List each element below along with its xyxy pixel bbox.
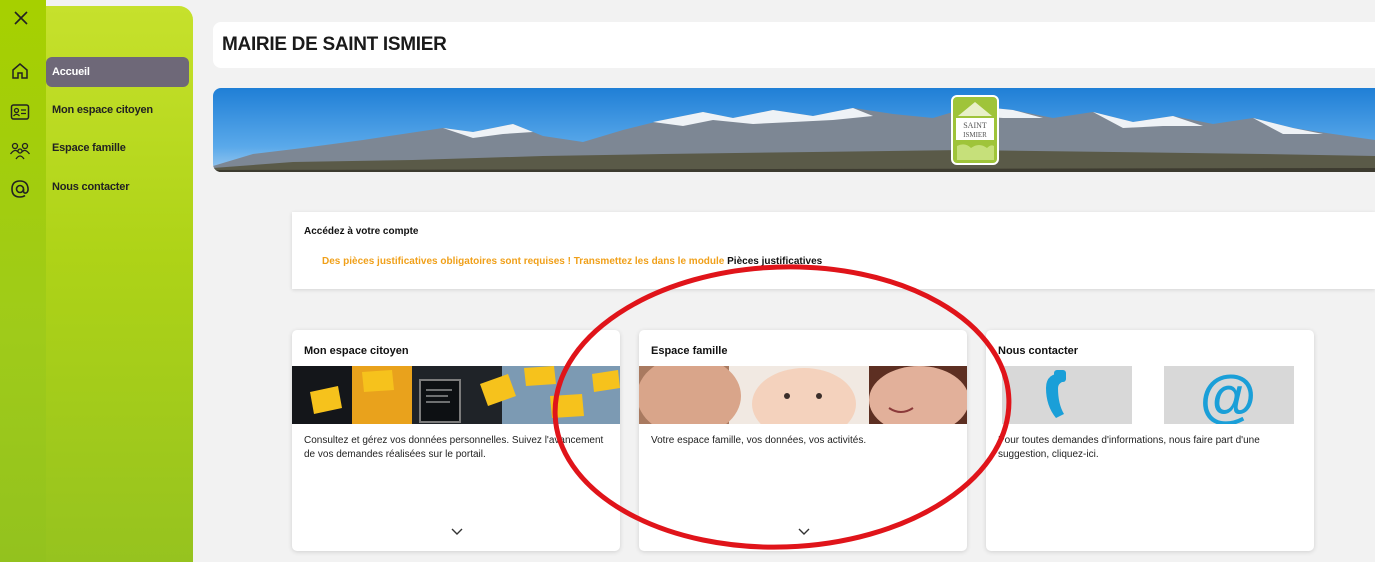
card-description: Consultez et gérez vos données personnel… <box>304 435 604 460</box>
account-panel: Accédez à votre compte Des pièces justif… <box>292 212 1375 289</box>
family-icon[interactable] <box>8 139 32 163</box>
card-title: Espace famille <box>651 345 728 357</box>
sidebar-item-accueil[interactable]: Accueil <box>46 57 189 87</box>
card-description: Pour toutes demandes d'informations, nou… <box>998 435 1260 460</box>
sidebar-item-espace-famille[interactable]: Espace famille <box>46 133 189 163</box>
sidebar-item-label: Accueil <box>52 66 90 78</box>
logo-text-ismier: ISMIER <box>963 131 987 139</box>
chevron-down-icon[interactable] <box>797 526 811 536</box>
contact-illustration: @ <box>986 366 1314 424</box>
card-title: Mon espace citoyen <box>304 345 409 357</box>
svg-text:@: @ <box>1200 366 1257 424</box>
home-icon[interactable] <box>8 59 32 83</box>
sidebar-item-label: Nous contacter <box>52 181 130 193</box>
at-icon[interactable] <box>8 177 32 201</box>
account-warning-text: Des pièces justificatives obligatoires s… <box>322 256 728 267</box>
mountain-banner: SAINT ISMIER <box>213 88 1375 172</box>
sidebar-item-label: Mon espace citoyen <box>52 104 153 116</box>
card-nous-contacter[interactable]: Nous contacter @ Pour toutes demandes d'… <box>986 330 1314 551</box>
close-icon[interactable] <box>9 6 33 30</box>
saint-ismier-logo: SAINT ISMIER <box>951 95 999 165</box>
page-title: MAIRIE DE SAINT ISMIER <box>222 34 447 55</box>
icon-rail <box>0 0 46 562</box>
mail-illustration <box>292 366 620 424</box>
card-espace-famille[interactable]: Espace famille Votre espace famille, vos… <box>639 330 967 551</box>
family-photo <box>639 366 967 424</box>
logo-text-saint: SAINT <box>963 121 987 130</box>
card-description: Votre espace famille, vos données, vos a… <box>651 435 867 446</box>
pieces-justificatives-link[interactable]: Pièces justificatives <box>727 256 822 267</box>
sidebar-item-nous-contacter[interactable]: Nous contacter <box>46 172 189 202</box>
sidebar-item-label: Espace famille <box>52 142 126 154</box>
account-title: Accédez à votre compte <box>304 226 419 237</box>
sidebar-item-mon-espace-citoyen[interactable]: Mon espace citoyen <box>46 95 189 125</box>
chevron-down-icon[interactable] <box>450 526 464 536</box>
id-card-icon[interactable] <box>8 100 32 124</box>
account-warning-message: Des pièces justificatives obligatoires s… <box>322 256 822 267</box>
sidebar: Accueil Mon espace citoyen Espace famill… <box>46 6 193 562</box>
card-mon-espace-citoyen[interactable]: Mon espace citoyen Consultez et gérez vo… <box>292 330 620 551</box>
card-title: Nous contacter <box>998 345 1079 357</box>
page-header: MAIRIE DE SAINT ISMIER <box>213 22 1375 68</box>
